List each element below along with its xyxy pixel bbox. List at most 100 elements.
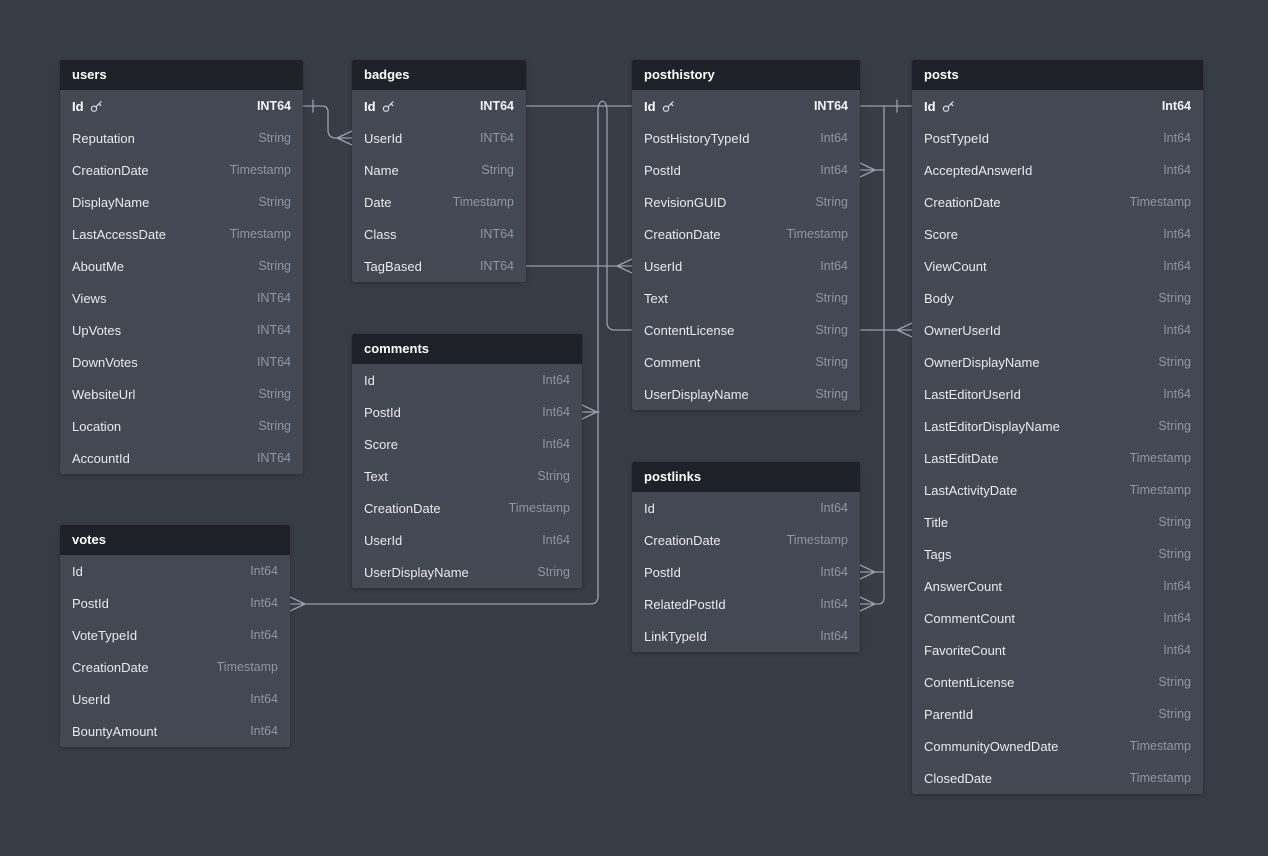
field-name: PostId [72, 596, 109, 611]
field-row-posts-AcceptedAnswerId: AcceptedAnswerId Int64 [912, 154, 1203, 186]
table-votes[interactable]: votesIdInt64PostIdInt64VoteTypeIdInt64Cr… [60, 525, 290, 747]
field-row-posts-LastActivityDate: LastActivityDateTimestamp [912, 474, 1203, 506]
field-row-posts-CreationDate: CreationDateTimestamp [912, 186, 1203, 218]
field-type: String [1158, 515, 1191, 529]
field-type: Int64 [1163, 131, 1191, 145]
field-name: ParentId [924, 707, 973, 722]
connector-posts-id-hub-to-posthistory-and-postlinks [875, 106, 884, 604]
field-row-comments-Text: TextString [352, 460, 582, 492]
field-row-posts-Body: BodyString [912, 282, 1203, 314]
field-type: Int64 [250, 564, 278, 578]
field-name: Id [364, 99, 376, 114]
field-row-comments-UserId: UserIdInt64 [352, 524, 582, 556]
field-row-posts-ViewCount: ViewCountInt64 [912, 250, 1203, 282]
field-name: CommunityOwnedDate [924, 739, 1058, 754]
field-name: AcceptedAnswerId [924, 163, 1032, 178]
table-users[interactable]: usersIdINT64ReputationStringCreationDate… [60, 60, 303, 474]
field-type: Int64 [1163, 387, 1191, 401]
field-name: Id [644, 501, 655, 516]
primary-key-icon [662, 100, 675, 113]
field-name: Comment [644, 355, 700, 370]
field-row-users-LastAccessDate: LastAccessDateTimestamp [60, 218, 303, 250]
field-type: Int64 [820, 131, 848, 145]
field-row-posts-OwnerUserId: OwnerUserIdInt64 [912, 314, 1203, 346]
field-type: String [815, 323, 848, 337]
field-row-badges-TagBased: TagBasedINT64 [352, 250, 526, 282]
field-row-posts-LastEditorUserId: LastEditorUserId Int64 [912, 378, 1203, 410]
field-row-posthistory-PostId: PostIdInt64 [632, 154, 860, 186]
field-type: Timestamp [787, 227, 848, 241]
field-type: Int64 [820, 259, 848, 273]
field-name: UserDisplayName [644, 387, 749, 402]
field-type: Int64 [1163, 163, 1191, 177]
primary-key-icon [90, 100, 103, 113]
table-badges[interactable]: badgesIdINT64UserIdINT64NameStringDateTi… [352, 60, 526, 282]
field-name: Id [924, 99, 936, 114]
field-name: PostHistoryTypeId [644, 131, 750, 146]
primary-key-icon [942, 100, 955, 113]
diagram-canvas[interactable]: usersIdINT64ReputationStringCreationDate… [0, 0, 1268, 856]
table-header-posts[interactable]: posts [912, 60, 1203, 90]
table-header-badges[interactable]: badges [352, 60, 526, 90]
field-row-users-DisplayName: DisplayNameString [60, 186, 303, 218]
table-header-comments[interactable]: comments [352, 334, 582, 364]
field-name: BountyAmount [72, 724, 157, 739]
field-name: CreationDate [72, 660, 149, 675]
field-name: ContentLicense [924, 675, 1014, 690]
field-type: Timestamp [1130, 739, 1191, 753]
table-posts[interactable]: postsIdInt64PostTypeIdInt64AcceptedAnswe… [912, 60, 1203, 794]
field-name: LastEditorUserId [924, 387, 1021, 402]
field-type: Int64 [250, 724, 278, 738]
field-name: PostTypeId [924, 131, 989, 146]
field-name: RelatedPostId [644, 597, 726, 612]
field-row-postlinks-CreationDate: CreationDateTimestamp [632, 524, 860, 556]
table-comments[interactable]: commentsIdInt64PostIdInt64ScoreInt64Text… [352, 334, 582, 588]
field-row-posts-LastEditDate: LastEditDateTimestamp [912, 442, 1203, 474]
field-row-posts-ContentLicense: ContentLicense String [912, 666, 1203, 698]
field-type: String [815, 355, 848, 369]
field-name: Id [644, 99, 656, 114]
field-name: RevisionGUID [644, 195, 726, 210]
field-type: INT64 [257, 99, 291, 113]
field-type: INT64 [257, 323, 291, 337]
field-row-posts-CommunityOwnedDate: CommunityOwnedDate Timestamp [912, 730, 1203, 762]
field-name: Id [72, 564, 83, 579]
field-row-posts-Tags: TagsString [912, 538, 1203, 570]
field-row-posthistory-UserId: UserIdInt64 [632, 250, 860, 282]
field-row-posts-LastEditorDisplayName: LastEditorDisplayNameString [912, 410, 1203, 442]
field-type: Timestamp [787, 533, 848, 547]
connector-users-id-to-badges-userid [337, 131, 352, 145]
field-row-posthistory-RevisionGUID: RevisionGUIDString [632, 186, 860, 218]
table-posthistory[interactable]: posthistoryIdINT64 PostHistoryTypeId Int64… [632, 60, 860, 410]
field-row-comments-Score: ScoreInt64 [352, 428, 582, 460]
field-name: DownVotes [72, 355, 138, 370]
table-postlinks[interactable]: postlinks Id Int64 CreationDateTimestamp Pos… [632, 462, 860, 652]
field-name: PostId [644, 565, 681, 580]
field-type: String [1158, 355, 1191, 369]
field-type: INT64 [257, 291, 291, 305]
field-row-users-AboutMe: AboutMeString [60, 250, 303, 282]
field-row-posthistory-Id: IdINT64 [632, 90, 860, 122]
primary-key-icon [382, 100, 395, 113]
field-row-posthistory-CreationDate: CreationDateTimestamp [632, 218, 860, 250]
field-row-posts-Id: IdInt64 [912, 90, 1203, 122]
field-type: Int64 [820, 629, 848, 643]
table-header-posthistory[interactable]: posthistory [632, 60, 860, 90]
field-row-users-WebsiteUrl: WebsiteUrlString [60, 378, 303, 410]
table-header-users[interactable]: users [60, 60, 303, 90]
table-header-votes[interactable]: votes [60, 525, 290, 555]
field-name: LastEditDate [924, 451, 998, 466]
table-header-postlinks[interactable]: postlinks [632, 462, 860, 492]
field-type: INT64 [480, 259, 514, 273]
field-type: Int64 [250, 692, 278, 706]
field-row-posthistory-Comment: Comment String [632, 346, 860, 378]
field-name: Id [72, 99, 84, 114]
field-type: Int64 [542, 373, 570, 387]
field-type: Int64 [820, 597, 848, 611]
field-name: Reputation [72, 131, 135, 146]
field-type: String [1158, 675, 1191, 689]
field-name: WebsiteUrl [72, 387, 135, 402]
field-type: Int64 [542, 533, 570, 547]
field-row-votes-UserId: UserId Int64 [60, 683, 290, 715]
field-name: UserId [72, 692, 110, 707]
